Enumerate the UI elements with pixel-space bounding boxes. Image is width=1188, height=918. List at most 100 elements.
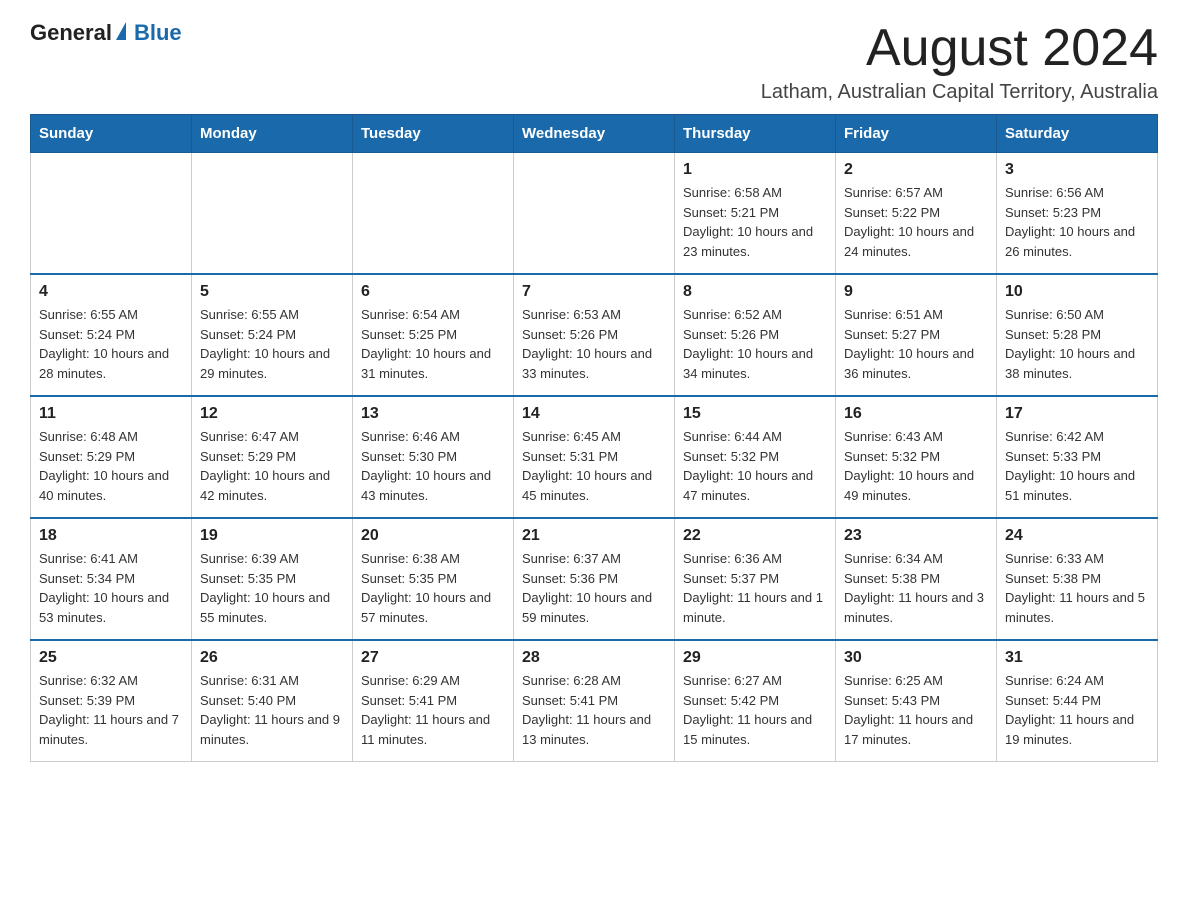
logo-text-blue: Blue [134,20,182,46]
col-wednesday: Wednesday [514,115,675,153]
day-info: Sunrise: 6:37 AMSunset: 5:36 PMDaylight:… [522,549,666,627]
day-number: 3 [1005,161,1149,179]
day-number: 28 [522,649,666,667]
col-tuesday: Tuesday [353,115,514,153]
day-info: Sunrise: 6:31 AMSunset: 5:40 PMDaylight:… [200,671,344,749]
calendar-cell: 19Sunrise: 6:39 AMSunset: 5:35 PMDayligh… [192,518,353,640]
day-info: Sunrise: 6:42 AMSunset: 5:33 PMDaylight:… [1005,427,1149,505]
day-number: 21 [522,527,666,545]
calendar-cell: 29Sunrise: 6:27 AMSunset: 5:42 PMDayligh… [675,640,836,762]
calendar-cell: 7Sunrise: 6:53 AMSunset: 5:26 PMDaylight… [514,274,675,396]
day-number: 17 [1005,405,1149,423]
calendar-cell [192,153,353,275]
calendar-table: Sunday Monday Tuesday Wednesday Thursday… [30,114,1158,762]
calendar-cell: 8 Sunrise: 6:52 AMSunset: 5:26 PMDaylight… [675,274,836,396]
calendar-cell: 22 Sunrise: 6:36 AMSunset: 5:37 PMDayligh… [675,518,836,640]
calendar-week-row: 1 Sunrise: 6:58 AMSunset: 5:21 PMDaylight… [31,153,1158,275]
day-number: 13 [361,405,505,423]
day-number: 29 [683,649,827,667]
day-info: Sunrise: 6:29 AMSunset: 5:41 PMDaylight:… [361,671,505,749]
day-info: Sunrise: 6:43 AMSunset: 5:32 PMDaylight:… [844,427,988,505]
calendar-cell [31,153,192,275]
day-number: 1 [683,161,827,179]
day-info: Sunrise: 6:28 AMSunset: 5:41 PMDaylight:… [522,671,666,749]
calendar-week-row: 18 Sunrise: 6:41 AMSunset: 5:34 PMDayligh… [31,518,1158,640]
day-number: 9 [844,283,988,301]
day-number: 2 [844,161,988,179]
day-info: Sunrise: 6:57 AMSunset: 5:22 PMDaylight:… [844,183,988,261]
day-number: 4 [39,283,183,301]
day-info: Sunrise: 6:54 AMSunset: 5:25 PMDaylight:… [361,305,505,383]
day-info: Sunrise: 6:36 AMSunset: 5:37 PMDaylight:… [683,549,827,627]
calendar-cell: 15 Sunrise: 6:44 AMSunset: 5:32 PMDayligh… [675,396,836,518]
day-number: 8 [683,283,827,301]
logo-text-general: General [30,20,112,46]
calendar-cell: 11Sunrise: 6:48 AMSunset: 5:29 PMDayligh… [31,396,192,518]
day-number: 6 [361,283,505,301]
day-number: 10 [1005,283,1149,301]
col-friday: Friday [836,115,997,153]
day-number: 12 [200,405,344,423]
calendar-week-row: 4 Sunrise: 6:55 AMSunset: 5:24 PMDaylight… [31,274,1158,396]
calendar-cell: 30Sunrise: 6:25 AMSunset: 5:43 PMDayligh… [836,640,997,762]
calendar-cell: 26 Sunrise: 6:31 AMSunset: 5:40 PMDayligh… [192,640,353,762]
calendar-cell: 27Sunrise: 6:29 AMSunset: 5:41 PMDayligh… [353,640,514,762]
col-thursday: Thursday [675,115,836,153]
day-number: 30 [844,649,988,667]
day-info: Sunrise: 6:38 AMSunset: 5:35 PMDaylight:… [361,549,505,627]
day-number: 26 [200,649,344,667]
day-info: Sunrise: 6:46 AMSunset: 5:30 PMDaylight:… [361,427,505,505]
day-info: Sunrise: 6:47 AMSunset: 5:29 PMDaylight:… [200,427,344,505]
calendar-cell: 14 Sunrise: 6:45 AMSunset: 5:31 PMDayligh… [514,396,675,518]
day-info: Sunrise: 6:45 AMSunset: 5:31 PMDaylight:… [522,427,666,505]
calendar-week-row: 11Sunrise: 6:48 AMSunset: 5:29 PMDayligh… [31,396,1158,518]
day-info: Sunrise: 6:32 AMSunset: 5:39 PMDaylight:… [39,671,183,749]
calendar-cell [514,153,675,275]
day-info: Sunrise: 6:39 AMSunset: 5:35 PMDaylight:… [200,549,344,627]
calendar-cell: 24 Sunrise: 6:33 AMSunset: 5:38 PMDayligh… [997,518,1158,640]
day-info: Sunrise: 6:58 AMSunset: 5:21 PMDaylight:… [683,183,827,261]
title-section: August 2024 Latham, Australian Capital T… [761,20,1158,104]
day-number: 24 [1005,527,1149,545]
day-number: 11 [39,405,183,423]
calendar-cell: 25 Sunrise: 6:32 AMSunset: 5:39 PMDayligh… [31,640,192,762]
col-monday: Monday [192,115,353,153]
calendar-cell: 6 Sunrise: 6:54 AMSunset: 5:25 PMDaylight… [353,274,514,396]
calendar-cell: 3Sunrise: 6:56 AMSunset: 5:23 PMDaylight… [997,153,1158,275]
col-sunday: Sunday [31,115,192,153]
day-info: Sunrise: 6:44 AMSunset: 5:32 PMDaylight:… [683,427,827,505]
calendar-cell: 10Sunrise: 6:50 AMSunset: 5:28 PMDayligh… [997,274,1158,396]
day-info: Sunrise: 6:33 AMSunset: 5:38 PMDaylight:… [1005,549,1149,627]
calendar-cell: 5Sunrise: 6:55 AMSunset: 5:24 PMDaylight… [192,274,353,396]
day-info: Sunrise: 6:24 AMSunset: 5:44 PMDaylight:… [1005,671,1149,749]
location-title: Latham, Australian Capital Territory, Au… [761,81,1158,104]
day-number: 31 [1005,649,1149,667]
calendar-cell: 18 Sunrise: 6:41 AMSunset: 5:34 PMDayligh… [31,518,192,640]
page-header: General Blue August 2024 Latham, Austral… [30,20,1158,104]
calendar-cell: 28 Sunrise: 6:28 AMSunset: 5:41 PMDayligh… [514,640,675,762]
calendar-cell: 21 Sunrise: 6:37 AMSunset: 5:36 PMDayligh… [514,518,675,640]
calendar-cell: 9Sunrise: 6:51 AMSunset: 5:27 PMDaylight… [836,274,997,396]
day-number: 20 [361,527,505,545]
calendar-cell: 13 Sunrise: 6:46 AMSunset: 5:30 PMDayligh… [353,396,514,518]
calendar-cell: 2 Sunrise: 6:57 AMSunset: 5:22 PMDaylight… [836,153,997,275]
calendar-cell: 23Sunrise: 6:34 AMSunset: 5:38 PMDayligh… [836,518,997,640]
calendar-week-row: 25 Sunrise: 6:32 AMSunset: 5:39 PMDayligh… [31,640,1158,762]
day-info: Sunrise: 6:55 AMSunset: 5:24 PMDaylight:… [39,305,183,383]
day-number: 18 [39,527,183,545]
day-number: 7 [522,283,666,301]
day-info: Sunrise: 6:52 AMSunset: 5:26 PMDaylight:… [683,305,827,383]
calendar-header-row: Sunday Monday Tuesday Wednesday Thursday… [31,115,1158,153]
calendar-cell: 16 Sunrise: 6:43 AMSunset: 5:32 PMDayligh… [836,396,997,518]
calendar-cell: 4 Sunrise: 6:55 AMSunset: 5:24 PMDaylight… [31,274,192,396]
day-number: 16 [844,405,988,423]
day-info: Sunrise: 6:41 AMSunset: 5:34 PMDaylight:… [39,549,183,627]
calendar-cell: 20 Sunrise: 6:38 AMSunset: 5:35 PMDayligh… [353,518,514,640]
day-info: Sunrise: 6:34 AMSunset: 5:38 PMDaylight:… [844,549,988,627]
day-number: 15 [683,405,827,423]
day-number: 14 [522,405,666,423]
calendar-cell: 12 Sunrise: 6:47 AMSunset: 5:29 PMDayligh… [192,396,353,518]
day-number: 22 [683,527,827,545]
calendar-cell: 31 Sunrise: 6:24 AMSunset: 5:44 PMDayligh… [997,640,1158,762]
day-number: 25 [39,649,183,667]
